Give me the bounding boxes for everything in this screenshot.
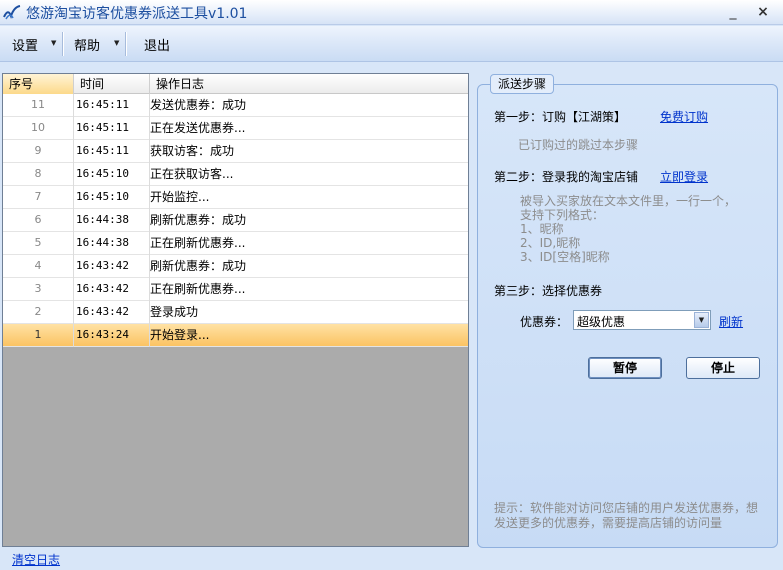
coupon-label: 优惠券：	[520, 315, 569, 329]
toolbar-divider	[125, 32, 127, 56]
column-header-log[interactable]: 操作日志	[150, 74, 468, 94]
minimize-button[interactable]: _	[722, 3, 744, 21]
row-number: 1	[34, 328, 42, 341]
row-log: 开始登录...	[150, 328, 210, 342]
menu-toolbar: 设置 ▼ 帮助 ▼ 退出	[0, 26, 783, 62]
row-time: 16:45:10	[76, 167, 129, 180]
row-log: 刷新优惠券：成功	[150, 213, 247, 227]
row-time: 16:44:38	[76, 236, 129, 249]
row-number: 4	[34, 259, 42, 272]
row-log: 正在发送优惠券...	[150, 121, 246, 135]
chevron-down-icon[interactable]: ▼	[694, 312, 709, 328]
row-log: 开始监控...	[150, 190, 210, 204]
tip-text: 提示：软件能对访问您店铺的用户发送优惠券，想发送更多的优惠券，需要提高店铺的访问…	[494, 501, 759, 530]
settings-dropdown-icon[interactable]: ▼	[51, 39, 56, 47]
coupon-select[interactable]: 超级优惠 ▼	[573, 310, 711, 330]
row-log: 发送优惠券：成功	[150, 98, 247, 112]
login-now-link[interactable]: 立即登录	[660, 168, 708, 185]
log-header: 序号 时间 操作日志	[3, 74, 468, 94]
row-time: 16:43:42	[76, 259, 129, 272]
row-time: 16:45:11	[76, 121, 129, 134]
column-header-no[interactable]: 序号	[3, 74, 74, 94]
column-divider	[73, 94, 74, 347]
row-log: 获取访客：成功	[150, 144, 235, 158]
step2-label: 第二步：登录我的淘宝店铺	[494, 170, 639, 184]
settings-menu[interactable]: 设置	[12, 35, 38, 54]
row-log: 刷新优惠券：成功	[150, 259, 247, 273]
coupon-select-value: 超级优惠	[577, 315, 626, 329]
row-time: 16:43:42	[76, 282, 129, 295]
row-number: 3	[34, 282, 42, 295]
row-time: 16:45:11	[76, 98, 129, 111]
close-button[interactable]: ×	[752, 3, 774, 21]
row-number: 10	[31, 121, 45, 134]
row-time: 16:45:10	[76, 190, 129, 203]
row-number: 7	[34, 190, 42, 203]
help-menu[interactable]: 帮助	[74, 35, 100, 54]
row-time: 16:44:38	[76, 213, 129, 226]
clear-log-link[interactable]: 清空日志	[12, 551, 60, 568]
toolbar-divider	[62, 32, 64, 56]
step2-format-hint: 被导入买家放在文本文件里，一行一个， 支持下列格式： 1、昵称 2、ID,昵称 …	[520, 194, 737, 264]
row-number: 6	[34, 213, 42, 226]
free-order-link[interactable]: 免费订购	[660, 108, 708, 125]
row-number: 5	[34, 236, 42, 249]
stop-button[interactable]: 停止	[686, 357, 760, 379]
window-title: 悠游淘宝访客优惠券派送工具v1.01	[26, 6, 248, 22]
row-time: 16:43:24	[76, 328, 129, 341]
help-dropdown-icon[interactable]: ▼	[114, 39, 119, 47]
exit-menu[interactable]: 退出	[144, 35, 170, 54]
refresh-link[interactable]: 刷新	[719, 313, 743, 330]
row-number: 8	[34, 167, 42, 180]
row-log: 登录成功	[150, 305, 199, 319]
row-log: 正在刷新优惠券...	[150, 282, 246, 296]
steps-legend: 派送步骤	[490, 74, 554, 94]
step1-label: 第一步：订购【江湖策】	[494, 110, 627, 124]
row-number: 9	[34, 144, 42, 157]
row-time: 16:43:42	[76, 305, 129, 318]
column-header-time[interactable]: 时间	[74, 74, 150, 94]
log-list[interactable]: 序号 时间 操作日志 11 16:45:11 发送优惠券：成功 10 16:45:11 正…	[2, 73, 469, 547]
row-log: 正在获取访客...	[150, 167, 234, 181]
app-logo-icon	[3, 5, 21, 20]
pause-button[interactable]: 暂停	[588, 357, 662, 379]
row-time: 16:45:11	[76, 144, 129, 157]
title-bar: 悠游淘宝访客优惠券派送工具v1.01 _ ×	[0, 0, 783, 25]
step1-note: 已订购过的跳过本步骤	[518, 138, 639, 152]
step3-label: 第三步：选择优惠券	[494, 284, 603, 298]
row-number: 2	[34, 305, 42, 318]
column-divider	[149, 94, 150, 347]
row-number: 11	[31, 98, 45, 111]
row-log: 正在刷新优惠券...	[150, 236, 246, 250]
